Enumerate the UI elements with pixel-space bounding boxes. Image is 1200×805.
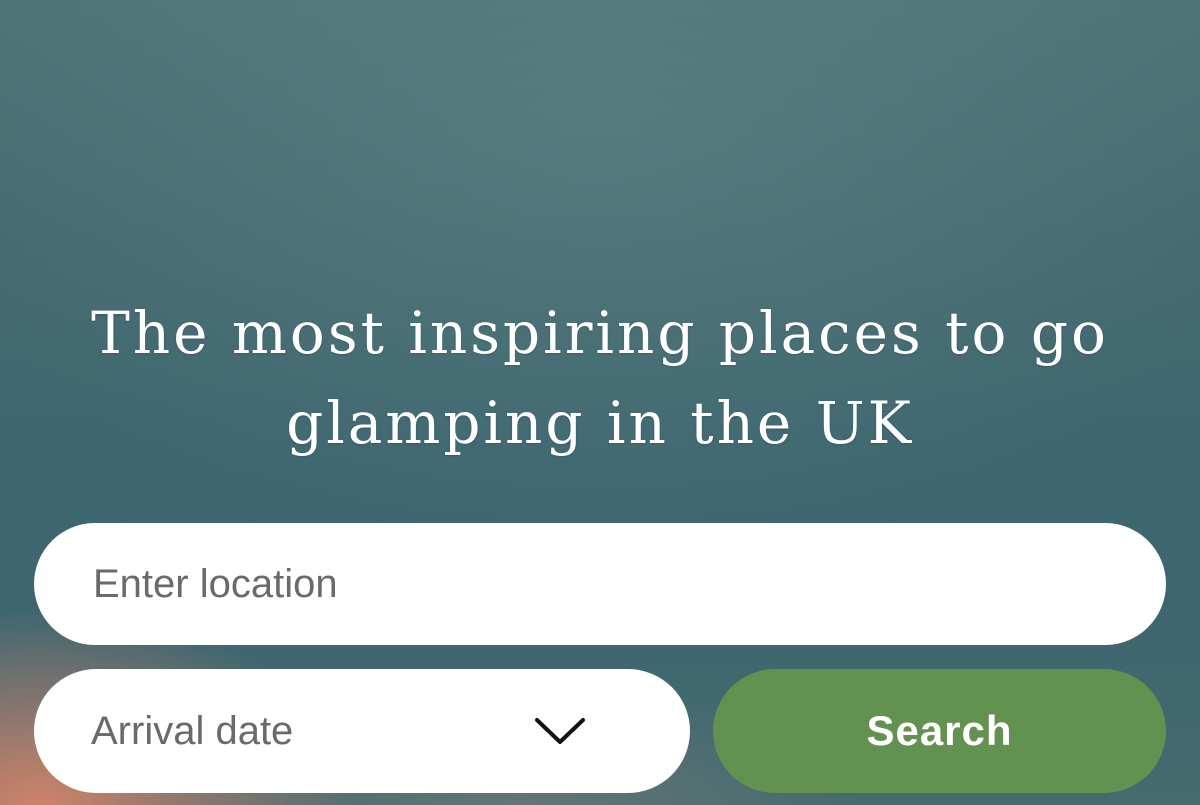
chevron-down-icon [535,718,585,744]
arrival-date-label: Arrival date [91,708,294,753]
location-input[interactable] [91,560,1166,608]
hero-headline-line-1: The most inspiring places to go [91,299,1109,367]
hero-headline: The most inspiring places to go glamping… [0,288,1200,468]
location-field[interactable] [34,523,1166,645]
hero-background: The most inspiring places to go glamping… [0,0,1200,805]
hero-headline-line-2: glamping in the UK [286,389,914,457]
search-button[interactable]: Search [713,669,1166,793]
arrival-date-select[interactable]: Arrival date [34,669,690,793]
